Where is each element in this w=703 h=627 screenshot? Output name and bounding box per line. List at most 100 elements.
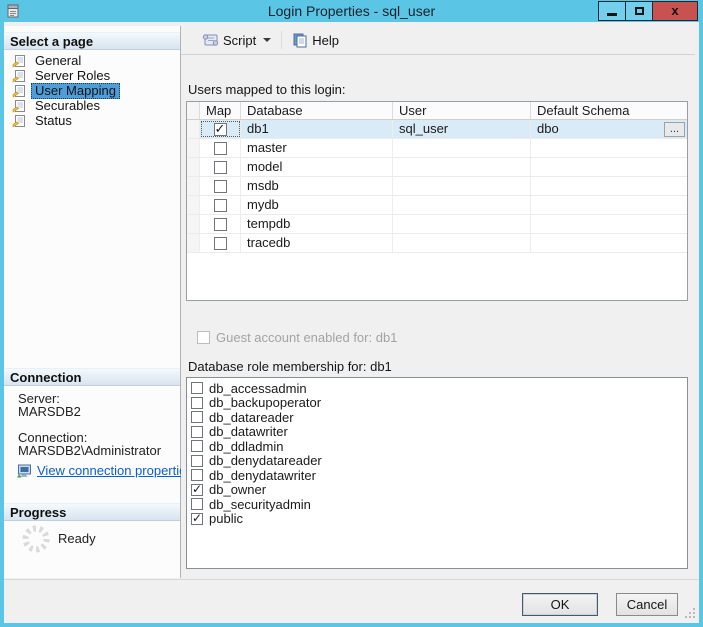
sidebar-item-label: User Mapping	[31, 82, 120, 99]
role-checkbox[interactable]	[191, 498, 203, 511]
table-row[interactable]: tempdb	[187, 215, 687, 234]
default-schema-cell[interactable]	[531, 234, 687, 252]
page-icon	[12, 84, 25, 98]
role-checkbox[interactable]	[191, 511, 203, 525]
role-checkbox[interactable]	[191, 382, 203, 395]
sidebar-item-general[interactable]: General	[4, 53, 180, 68]
database-cell: tracedb	[241, 234, 393, 252]
role-label: db_denydatareader	[209, 453, 322, 469]
role-checkbox[interactable]	[191, 396, 203, 409]
minimize-icon	[607, 12, 617, 16]
column-header-database[interactable]: Database	[241, 102, 393, 119]
role-item[interactable]: db_owner	[187, 482, 687, 498]
help-icon	[293, 33, 307, 47]
role-checkbox[interactable]	[191, 482, 203, 496]
help-button[interactable]: Help	[286, 30, 345, 51]
map-checkbox[interactable]	[213, 160, 227, 174]
role-label: db_securityadmin	[209, 496, 311, 512]
dialog-footer: OK Cancel	[4, 579, 699, 623]
cancel-button[interactable]: Cancel	[616, 593, 678, 616]
sidebar-item-label: Securables	[35, 97, 101, 113]
default-schema-cell[interactable]	[531, 177, 687, 195]
view-connection-properties-link[interactable]: View connection properties	[37, 463, 193, 478]
guest-account-row: Guest account enabled for: db1	[197, 330, 397, 345]
map-checkbox[interactable]	[213, 141, 227, 155]
map-checkbox[interactable]	[213, 121, 227, 138]
role-item[interactable]: db_backupoperator	[187, 396, 687, 411]
minimize-button[interactable]	[598, 1, 626, 21]
default-schema-cell[interactable]	[531, 158, 687, 176]
sidebar-item-securables[interactable]: Securables	[4, 98, 180, 113]
user-cell[interactable]: sql_user	[393, 120, 531, 138]
default-schema-cell[interactable]	[531, 139, 687, 157]
toolbar-divider	[181, 54, 695, 55]
role-item[interactable]: db_datareader	[187, 410, 687, 425]
role-checkbox[interactable]	[191, 454, 203, 467]
default-schema-cell[interactable]	[531, 215, 687, 233]
connection-properties-icon	[17, 464, 31, 477]
map-checkbox[interactable]	[213, 198, 227, 212]
role-item[interactable]: db_denydatareader	[187, 454, 687, 469]
guest-account-label: Guest account enabled for: db1	[216, 330, 398, 345]
script-icon	[202, 34, 219, 46]
table-row[interactable]: msdb	[187, 177, 687, 196]
row-header-cell	[187, 215, 200, 233]
table-row[interactable]: master	[187, 139, 687, 158]
user-cell[interactable]	[393, 139, 531, 157]
map-checkbox[interactable]	[213, 179, 227, 193]
browse-schema-button[interactable]: ...	[664, 122, 685, 137]
role-item[interactable]: db_denydatawriter	[187, 468, 687, 483]
role-item[interactable]: db_securityadmin	[187, 497, 687, 512]
toolbar-separator	[281, 31, 283, 49]
ok-button[interactable]: OK	[522, 593, 598, 616]
role-checkbox[interactable]	[191, 440, 203, 453]
role-checkbox[interactable]	[191, 469, 203, 482]
role-item[interactable]: public	[187, 511, 687, 527]
page-icon	[12, 114, 25, 128]
default-schema-cell[interactable]: dbo	[537, 121, 559, 136]
table-row[interactable]: tracedb	[187, 234, 687, 253]
role-item[interactable]: db_ddladmin	[187, 439, 687, 454]
user-cell[interactable]	[393, 158, 531, 176]
users-mapping-table: Map Database User Default Schema db1 sql…	[186, 101, 688, 301]
progress-status: Ready	[58, 531, 96, 546]
table-row[interactable]: model	[187, 158, 687, 177]
close-button[interactable]: x	[652, 1, 698, 21]
sidebar-item-status[interactable]: Status	[4, 113, 180, 128]
row-header-cell	[187, 158, 200, 176]
default-schema-cell[interactable]	[531, 196, 687, 214]
role-item[interactable]: db_accessadmin	[187, 381, 687, 396]
column-header-map[interactable]: Map	[200, 102, 241, 119]
row-header-cell	[187, 196, 200, 214]
sidebar-item-user-mapping[interactable]: User Mapping	[4, 82, 180, 99]
page-icon	[12, 69, 25, 83]
map-checkbox[interactable]	[213, 236, 227, 250]
chevron-down-icon[interactable]	[263, 38, 272, 42]
table-row[interactable]: mydb	[187, 196, 687, 215]
row-header-cell	[187, 177, 200, 195]
role-label: db_owner	[209, 482, 267, 498]
page-icon	[12, 54, 25, 68]
script-button[interactable]: Script	[195, 30, 277, 51]
sidebar-item-server-roles[interactable]: Server Roles	[4, 68, 180, 83]
user-cell[interactable]	[393, 234, 531, 252]
database-cell: mydb	[241, 196, 393, 214]
user-cell[interactable]	[393, 196, 531, 214]
role-checkbox[interactable]	[191, 425, 203, 438]
maximize-button[interactable]	[625, 1, 653, 21]
user-cell[interactable]	[393, 177, 531, 195]
table-row[interactable]: db1 sql_user dbo...	[187, 120, 687, 139]
guest-account-checkbox	[197, 331, 210, 344]
user-cell[interactable]	[393, 215, 531, 233]
database-cell: model	[241, 158, 393, 176]
role-item[interactable]: db_datawriter	[187, 425, 687, 440]
resize-grip[interactable]	[683, 606, 695, 618]
role-checkbox[interactable]	[191, 411, 203, 424]
role-membership-listbox: db_accessadmin db_backupoperator db_data…	[186, 377, 688, 569]
role-label: public	[209, 511, 243, 527]
row-header-corner	[187, 102, 200, 119]
map-checkbox[interactable]	[213, 217, 227, 231]
column-header-default-schema[interactable]: Default Schema	[531, 102, 687, 119]
column-header-user[interactable]: User	[393, 102, 531, 119]
page-nav: General Server Roles User Mapping Secura…	[4, 53, 180, 128]
